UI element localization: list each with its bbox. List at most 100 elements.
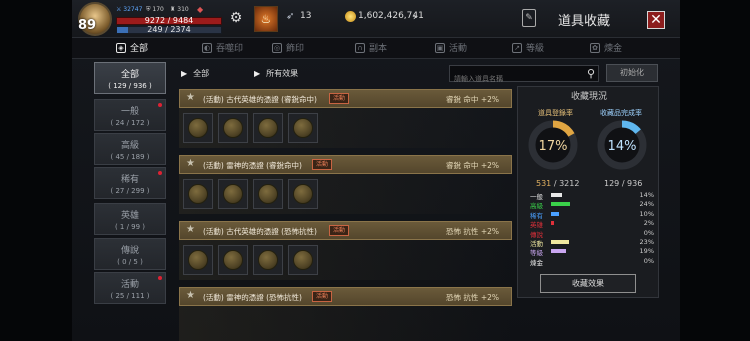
grade-advanced[interactable]: 高級 ( 45 / 189 ) (94, 133, 166, 165)
item-slot[interactable] (253, 179, 283, 209)
page-title: 道具收藏 (558, 14, 611, 29)
entry-header[interactable]: ★ (活動) 雷神的憑證 (睿銳命中) 活動 睿銳 命中 +2% (179, 155, 512, 174)
hp-text: 9272 / 9484 (144, 16, 194, 25)
entry-effect: 睿銳 命中 +2% (446, 95, 499, 104)
legend-percent: 0% (643, 228, 654, 237)
event-icon: ▣ (435, 42, 445, 53)
stat-third-value: 310 (177, 6, 189, 13)
entry-name: (活動) 古代英雄的憑證 (恐怖抗性) (203, 227, 317, 236)
legend-row: 高級 24% (530, 200, 654, 210)
grade-common[interactable]: 一般 ( 24 / 172 ) (94, 99, 166, 131)
entry-header[interactable]: ★ (活動) 古代英雄的憑證 (恐怖抗性) 活動 恐怖 抗性 +2% (179, 221, 512, 240)
emblem-icon (293, 118, 313, 138)
legend-percent: 0% (643, 256, 654, 265)
entry-tag: 活動 (329, 93, 350, 104)
buff-icon[interactable]: ◆ (197, 5, 203, 14)
grade-count: ( 1 / 99 ) (114, 223, 146, 231)
play-arrow-icon: ▶ (254, 69, 261, 78)
grade-count: ( 27 / 299 ) (110, 187, 150, 195)
tab-alchemy-label: 煉金 (604, 44, 623, 54)
item-slot[interactable] (253, 113, 283, 143)
stat-defense: ⛨ 170 (146, 6, 164, 13)
completion-percent: 14% (607, 139, 637, 154)
item-slots (183, 245, 318, 275)
item-slot[interactable] (218, 113, 248, 143)
legend-row: 傳說 0% (530, 228, 654, 239)
collection-effect-button[interactable]: 收藏效果 (540, 274, 636, 293)
grade-label: 稀有 (120, 175, 139, 185)
dungeon-icon: ∩ (355, 42, 365, 53)
grade-all[interactable]: 全部 ( 129 / 936 ) (94, 62, 166, 94)
item-slot[interactable] (183, 179, 213, 209)
tab-event[interactable]: ▣ 活動 (435, 41, 467, 54)
emblem-icon (223, 250, 243, 270)
tab-level[interactable]: ↗ 等級 (512, 41, 544, 54)
tab-dungeon[interactable]: ∩ 副本 (355, 41, 387, 54)
emblem-icon (188, 250, 208, 270)
item-slot[interactable] (288, 245, 318, 275)
legend-row: 英雄 2% (530, 219, 654, 229)
legend-percent: 2% (643, 219, 654, 228)
emblem-icon (258, 118, 278, 138)
tab-ornament[interactable]: ◎ 飾印 (272, 41, 304, 54)
collection-list: ★ (活動) 古代英雄的憑證 (睿銳命中) 活動 睿銳 命中 +2% ★ (活動… (179, 89, 512, 341)
filter-effect[interactable]: ▶ 所有效果 (254, 68, 298, 79)
grade-count: ( 24 / 172 ) (110, 119, 150, 127)
emblem-icon (223, 118, 243, 138)
feather-count: 13 (300, 11, 312, 21)
emblem-icon (293, 184, 313, 204)
entry-tag: 活動 (329, 225, 350, 236)
tab-alchemy[interactable]: ✿ 煉金 (590, 41, 622, 54)
item-slot[interactable] (288, 179, 318, 209)
item-slot[interactable] (218, 179, 248, 209)
star-icon[interactable]: ★ (186, 290, 195, 301)
grade-event[interactable]: 活動 ( 25 / 111 ) (94, 272, 166, 304)
search-input[interactable] (450, 71, 578, 87)
legend-row: 活動 23% (530, 238, 654, 248)
entry-effect: 恐怖 抗性 +2% (446, 293, 499, 302)
item-slot[interactable] (183, 113, 213, 143)
entry-effect: 恐怖 抗性 +2% (446, 227, 499, 236)
emblem-icon (223, 184, 243, 204)
chevron-right-icon[interactable]: › (410, 10, 420, 23)
skill-icon[interactable]: ♨ (254, 6, 278, 32)
close-button[interactable]: ✕ (647, 11, 665, 29)
tab-seal[interactable]: ◐ 吞噬印 (202, 41, 243, 54)
grade-legend[interactable]: 傳說 ( 0 / 5 ) (94, 238, 166, 270)
registration-count: 531 / 3212 (536, 179, 579, 188)
completion-rate-label: 收藏品完成率 (600, 109, 642, 117)
legend-percent: 19% (639, 247, 654, 256)
status-title: 收藏現況 (570, 92, 607, 102)
entry-header[interactable]: ★ (活動) 古代英雄的憑證 (睿銳命中) 活動 睿銳 命中 +2% (179, 89, 512, 108)
legend-row: 煉金 0% (530, 256, 654, 267)
tab-all[interactable]: ◈ 全部 (116, 41, 148, 54)
filter-category[interactable]: ▶ 全部 (181, 68, 209, 79)
stat-defense-value: 170 (152, 6, 164, 13)
grade-label: 活動 (120, 280, 139, 290)
grade-count: ( 129 / 936 ) (108, 82, 152, 90)
collection-status-panel: 收藏現況 道具登錄率 收藏品完成率 17% 14% 531 / 3212 129… (517, 86, 659, 298)
emblem-icon (188, 118, 208, 138)
notification-dot (158, 171, 162, 175)
grade-legend: 一般 14% 高級 24% 稀有 10% 英雄 2% 傳說 0% 活動 23% 等級 19% 煉金 0% (530, 191, 654, 267)
reset-button[interactable]: 初始化 (606, 64, 658, 82)
legend-percent: 24% (639, 200, 654, 209)
star-icon[interactable]: ★ (186, 92, 195, 103)
item-slots (183, 179, 318, 209)
item-slot[interactable] (253, 245, 283, 275)
entry-header[interactable]: ★ (活動) 雷神的憑證 (恐怖抗性) 活動 恐怖 抗性 +2% (179, 287, 512, 306)
search-icon[interactable]: ⚲ (587, 67, 595, 80)
star-icon[interactable]: ★ (186, 224, 195, 235)
notification-dot (158, 276, 162, 280)
grade-hero[interactable]: 英雄 ( 1 / 99 ) (94, 203, 166, 235)
item-slot[interactable] (218, 245, 248, 275)
entry-effect: 睿銳 命中 +2% (446, 161, 499, 170)
gear-icon[interactable]: ⚙ (226, 8, 246, 28)
notification-dot (158, 103, 162, 107)
item-slot[interactable] (183, 245, 213, 275)
grade-rare[interactable]: 稀有 ( 27 / 299 ) (94, 167, 166, 199)
tab-dungeon-label: 副本 (369, 44, 388, 54)
star-icon[interactable]: ★ (186, 158, 195, 169)
item-slot[interactable] (288, 113, 318, 143)
grade-label: 一般 (120, 107, 139, 117)
